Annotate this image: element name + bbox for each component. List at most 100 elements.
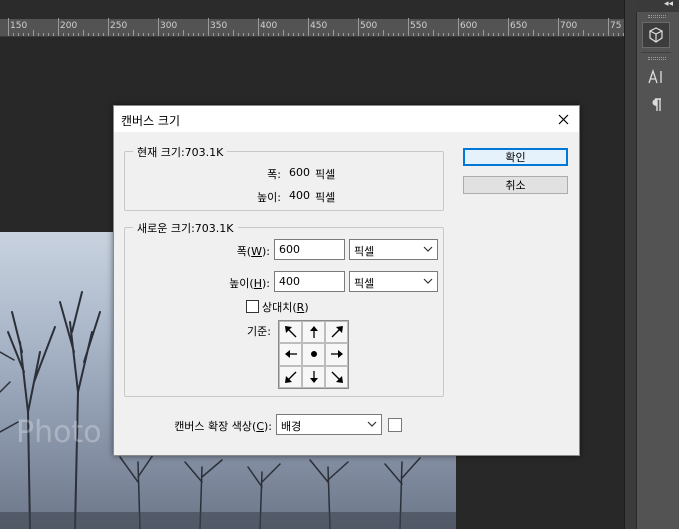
current-size-group: 현재 크기:703.1K 폭: 600 픽셀 높이: 400 픽셀 — [124, 144, 444, 211]
height-unit-select[interactable]: 픽셀 — [349, 271, 438, 292]
extension-color-swatch[interactable] — [388, 418, 402, 432]
anchor-top[interactable] — [302, 321, 325, 344]
chevron-down-icon — [423, 246, 433, 252]
cube-icon — [649, 27, 663, 43]
ruler-tick — [28, 33, 29, 36]
ruler-tick — [473, 33, 474, 36]
anchor-bottom-right[interactable] — [325, 365, 348, 388]
ruler-tick — [263, 33, 264, 36]
ruler-tick — [323, 33, 324, 36]
ok-button[interactable]: 확인 — [463, 148, 568, 166]
ruler-tick — [183, 30, 184, 36]
ruler-tick — [343, 33, 344, 36]
ruler-label: 500 — [360, 21, 378, 31]
current-width-value: 600 — [289, 166, 310, 179]
ruler-tick — [458, 18, 459, 36]
ruler-tick — [268, 33, 269, 36]
panel-grip[interactable] — [648, 57, 666, 60]
ruler-tick — [213, 33, 214, 36]
ruler-label: 200 — [60, 21, 78, 31]
ruler-tick — [408, 18, 409, 36]
ruler-tick — [163, 33, 164, 36]
dialog-title: 캔버스 크기 — [121, 114, 181, 128]
ruler-tick — [138, 33, 139, 36]
ruler-tick — [98, 33, 99, 36]
ruler-label: 700 — [560, 21, 578, 31]
anchor-left[interactable] — [279, 343, 302, 366]
ruler-tick — [368, 33, 369, 36]
relative-checkbox[interactable] — [246, 300, 259, 313]
ruler-tick — [448, 33, 449, 36]
ruler-tick — [233, 30, 234, 36]
ruler-tick — [513, 33, 514, 36]
collapse-arrows-icon[interactable]: ◂◂ — [664, 0, 673, 9]
current-height-unit: 픽셀 — [315, 191, 336, 204]
watermark-text: Photo — [16, 415, 102, 450]
anchor-right[interactable] — [325, 343, 348, 366]
ruler-tick — [353, 33, 354, 36]
ruler-label: 350 — [210, 21, 228, 31]
paragraph-panel-button[interactable] — [642, 92, 670, 118]
cancel-button[interactable]: 취소 — [463, 176, 568, 194]
ruler-tick — [373, 33, 374, 36]
ruler-tick — [468, 33, 469, 36]
ruler-tick — [578, 33, 579, 36]
height-unit-value: 픽셀 — [354, 277, 375, 290]
ruler-tick — [433, 30, 434, 36]
panel-collapse-bar[interactable]: ◂◂ — [636, 0, 679, 12]
ruler-tick — [248, 33, 249, 36]
character-panel-button[interactable] — [642, 64, 670, 90]
relative-label[interactable]: 상대치(R) — [262, 299, 309, 315]
ruler-tick — [148, 33, 149, 36]
ruler-tick — [288, 33, 289, 36]
ruler-tick — [143, 33, 144, 36]
anchor-top-left[interactable] — [279, 321, 302, 344]
ruler-tick — [403, 33, 404, 36]
ruler-tick — [133, 30, 134, 36]
ruler-tick — [613, 33, 614, 36]
panel-grip[interactable] — [648, 15, 666, 18]
close-button[interactable] — [553, 109, 573, 129]
ruler-tick — [543, 33, 544, 36]
arrow-down-icon — [309, 370, 318, 383]
current-width-label: 폭: — [267, 168, 281, 181]
libraries-panel-button[interactable] — [642, 22, 670, 48]
extension-color-label: 캔버스 확장 색상(C): — [174, 420, 272, 433]
ruler-tick — [23, 33, 24, 36]
anchor-bottom-left[interactable] — [279, 365, 302, 388]
ruler-tick — [518, 33, 519, 36]
height-input[interactable]: 400 — [274, 271, 345, 292]
new-size-legend: 새로운 크기:703.1K — [133, 220, 238, 236]
ruler-tick — [58, 18, 59, 36]
extension-color-value: 배경 — [281, 420, 302, 433]
ruler-tick — [328, 33, 329, 36]
dialog-titlebar[interactable]: 캔버스 크기 — [114, 106, 579, 132]
anchor-top-right[interactable] — [325, 321, 348, 344]
chevron-down-icon — [367, 421, 377, 427]
ruler-tick — [273, 33, 274, 36]
ruler-tick — [103, 33, 104, 36]
ruler-tick — [598, 33, 599, 36]
ruler-tick — [528, 33, 529, 36]
ruler-tick — [523, 33, 524, 36]
ruler-tick — [538, 33, 539, 36]
ruler-tick — [198, 33, 199, 36]
ruler-label: 75 — [610, 21, 622, 31]
ruler-tick — [153, 33, 154, 36]
ruler-tick — [78, 33, 79, 36]
arrow-up-icon — [309, 326, 318, 339]
anchor-bottom[interactable] — [302, 365, 325, 388]
ruler-tick — [398, 33, 399, 36]
anchor-center[interactable] — [302, 343, 325, 366]
ruler-label: 450 — [310, 21, 328, 31]
ruler-tick — [548, 33, 549, 36]
ruler-tick — [453, 33, 454, 36]
vertical-scrollbar[interactable] — [624, 0, 636, 529]
ruler-tick — [508, 18, 509, 36]
width-unit-select[interactable]: 픽셀 — [349, 239, 438, 260]
ruler-tick — [18, 33, 19, 36]
extension-color-select[interactable]: 배경 — [276, 414, 382, 435]
width-input[interactable]: 600 — [274, 239, 345, 260]
ruler-tick — [428, 33, 429, 36]
ruler-tick — [278, 33, 279, 36]
